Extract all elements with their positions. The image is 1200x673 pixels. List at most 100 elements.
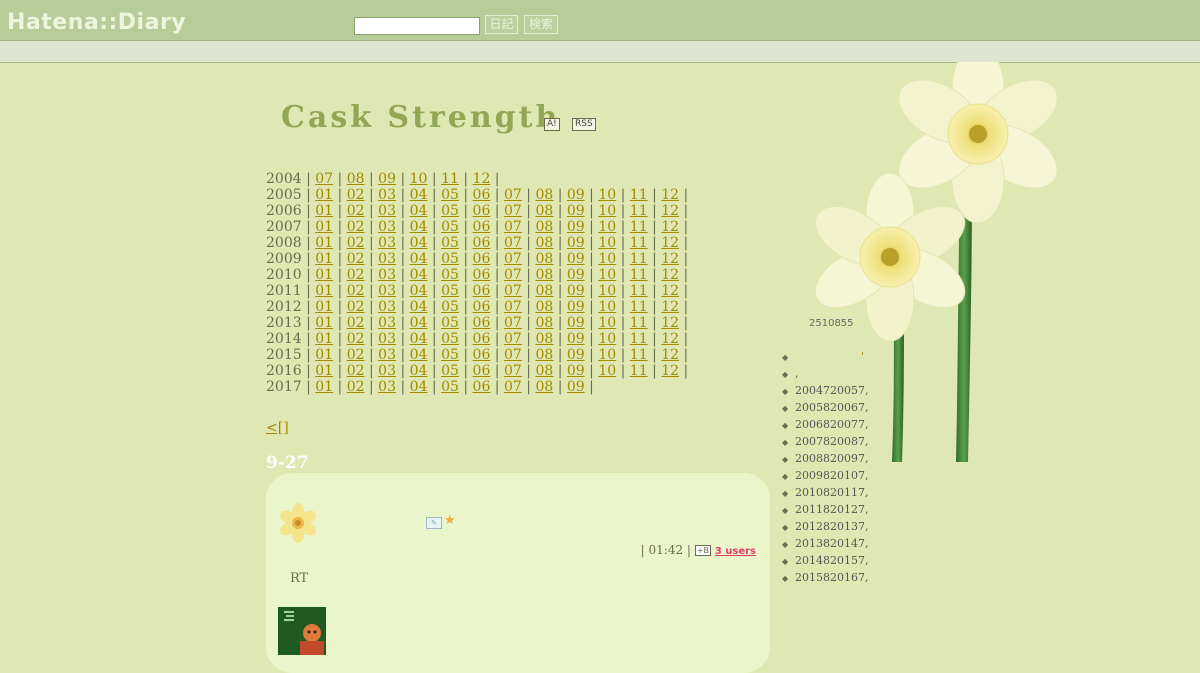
archive-month-link[interactable]: 03 [378, 347, 396, 363]
archive-month-link[interactable]: 02 [347, 187, 365, 203]
sidebar-list-item[interactable]: ◆ 2012820137, [782, 519, 868, 536]
archive-month-link[interactable]: 04 [410, 299, 428, 315]
archive-month-link[interactable]: 08 [535, 331, 553, 347]
bookmark-users-link[interactable]: 3 users [715, 546, 756, 557]
archive-month-link[interactable]: 01 [315, 379, 333, 395]
archive-month-link[interactable]: 10 [598, 187, 616, 203]
archive-month-link[interactable]: 04 [410, 283, 428, 299]
hatena-diary-logo[interactable]: Hatena::Diary [7, 10, 186, 35]
archive-month-link[interactable]: 06 [473, 347, 491, 363]
archive-month-link[interactable]: 04 [410, 315, 428, 331]
archive-month-link[interactable]: 12 [661, 219, 679, 235]
archive-month-link[interactable]: 06 [473, 363, 491, 379]
archive-month-link[interactable]: 10 [598, 283, 616, 299]
archive-month-link[interactable]: 07 [504, 267, 522, 283]
archive-month-link[interactable]: 03 [378, 299, 396, 315]
archive-month-link[interactable]: 07 [504, 203, 522, 219]
archive-month-link[interactable]: 07 [504, 251, 522, 267]
archive-month-link[interactable]: 01 [315, 251, 333, 267]
archive-month-link[interactable]: 04 [410, 363, 428, 379]
archive-month-link[interactable]: 03 [378, 187, 396, 203]
archive-month-link[interactable]: 10 [410, 171, 428, 187]
archive-month-link[interactable]: 03 [378, 331, 396, 347]
archive-month-link[interactable]: 11 [630, 219, 648, 235]
archive-month-link[interactable]: 05 [441, 315, 459, 331]
archive-month-link[interactable]: 11 [630, 347, 648, 363]
archive-month-link[interactable]: 04 [410, 219, 428, 235]
archive-month-link[interactable]: 03 [378, 203, 396, 219]
archive-month-link[interactable]: 09 [567, 219, 585, 235]
archive-month-link[interactable]: 12 [661, 283, 679, 299]
archive-month-link[interactable]: 02 [347, 331, 365, 347]
diary-button[interactable]: 日記 [485, 15, 518, 34]
search-button[interactable]: 検索 [524, 15, 558, 34]
archive-month-link[interactable]: 04 [410, 235, 428, 251]
archive-month-link[interactable]: 08 [535, 283, 553, 299]
archive-month-link[interactable]: 09 [567, 347, 585, 363]
archive-month-link[interactable]: 12 [661, 347, 679, 363]
avatar[interactable] [278, 607, 326, 655]
archive-month-link[interactable]: 07 [504, 219, 522, 235]
archive-month-link[interactable]: 01 [315, 187, 333, 203]
archive-month-link[interactable]: 08 [535, 267, 553, 283]
archive-month-link[interactable]: 05 [441, 219, 459, 235]
archive-month-link[interactable]: 05 [441, 187, 459, 203]
archive-month-link[interactable]: 08 [535, 315, 553, 331]
archive-month-link[interactable]: 01 [315, 267, 333, 283]
archive-month-link[interactable]: 08 [535, 235, 553, 251]
archive-month-link[interactable]: 06 [473, 203, 491, 219]
rss-badge[interactable]: RSS [572, 118, 596, 131]
archive-month-link[interactable]: 08 [535, 203, 553, 219]
archive-month-link[interactable]: 01 [315, 347, 333, 363]
archive-month-link[interactable]: 08 [535, 187, 553, 203]
archive-month-link[interactable]: 09 [567, 187, 585, 203]
archive-month-link[interactable]: 05 [441, 331, 459, 347]
sidebar-list-item[interactable]: ◆ 2010820117, [782, 485, 868, 502]
archive-month-link[interactable]: 07 [504, 347, 522, 363]
archive-month-link[interactable]: 03 [378, 363, 396, 379]
archive-month-link[interactable]: 09 [567, 331, 585, 347]
archive-month-link[interactable]: 01 [315, 315, 333, 331]
bookmark-icon[interactable]: +B [694, 545, 711, 556]
archive-month-link[interactable]: 11 [630, 283, 648, 299]
archive-month-link[interactable]: 11 [630, 331, 648, 347]
archive-month-link[interactable]: 12 [661, 187, 679, 203]
archive-month-link[interactable]: 09 [567, 283, 585, 299]
archive-month-link[interactable]: 11 [630, 299, 648, 315]
archive-month-link[interactable]: 01 [315, 203, 333, 219]
archive-month-link[interactable]: 06 [473, 331, 491, 347]
archive-month-link[interactable]: 08 [347, 171, 365, 187]
archive-month-link[interactable]: 10 [598, 203, 616, 219]
archive-month-link[interactable]: 12 [473, 171, 491, 187]
archive-month-link[interactable]: 07 [504, 331, 522, 347]
archive-month-link[interactable]: 07 [315, 171, 333, 187]
archive-month-link[interactable]: 10 [598, 347, 616, 363]
archive-month-link[interactable]: 09 [378, 171, 396, 187]
archive-month-link[interactable]: 02 [347, 315, 365, 331]
archive-month-link[interactable]: 10 [598, 267, 616, 283]
archive-month-link[interactable]: 06 [473, 235, 491, 251]
archive-month-link[interactable]: 04 [410, 187, 428, 203]
archive-month-link[interactable]: 01 [315, 299, 333, 315]
archive-month-link[interactable]: 12 [661, 315, 679, 331]
archive-month-link[interactable]: 05 [441, 267, 459, 283]
archive-month-link[interactable]: 05 [441, 283, 459, 299]
archive-month-link[interactable]: 06 [473, 315, 491, 331]
archive-month-link[interactable]: 03 [378, 315, 396, 331]
archive-month-link[interactable]: 04 [410, 331, 428, 347]
archive-month-link[interactable]: 06 [473, 283, 491, 299]
archive-month-link[interactable]: 11 [630, 315, 648, 331]
archive-month-link[interactable]: 08 [535, 347, 553, 363]
archive-month-link[interactable]: 09 [567, 299, 585, 315]
archive-month-link[interactable]: 09 [567, 203, 585, 219]
archive-month-link[interactable]: 09 [567, 267, 585, 283]
archive-month-link[interactable]: 12 [661, 363, 679, 379]
archive-month-link[interactable]: 01 [315, 363, 333, 379]
archive-month-link[interactable]: 03 [378, 219, 396, 235]
archive-month-link[interactable]: 11 [630, 203, 648, 219]
archive-month-link[interactable]: 08 [535, 379, 553, 395]
archive-month-link[interactable]: 05 [441, 235, 459, 251]
archive-month-link[interactable]: 08 [535, 251, 553, 267]
archive-month-link[interactable]: 11 [441, 171, 459, 187]
archive-month-link[interactable]: 11 [630, 363, 648, 379]
